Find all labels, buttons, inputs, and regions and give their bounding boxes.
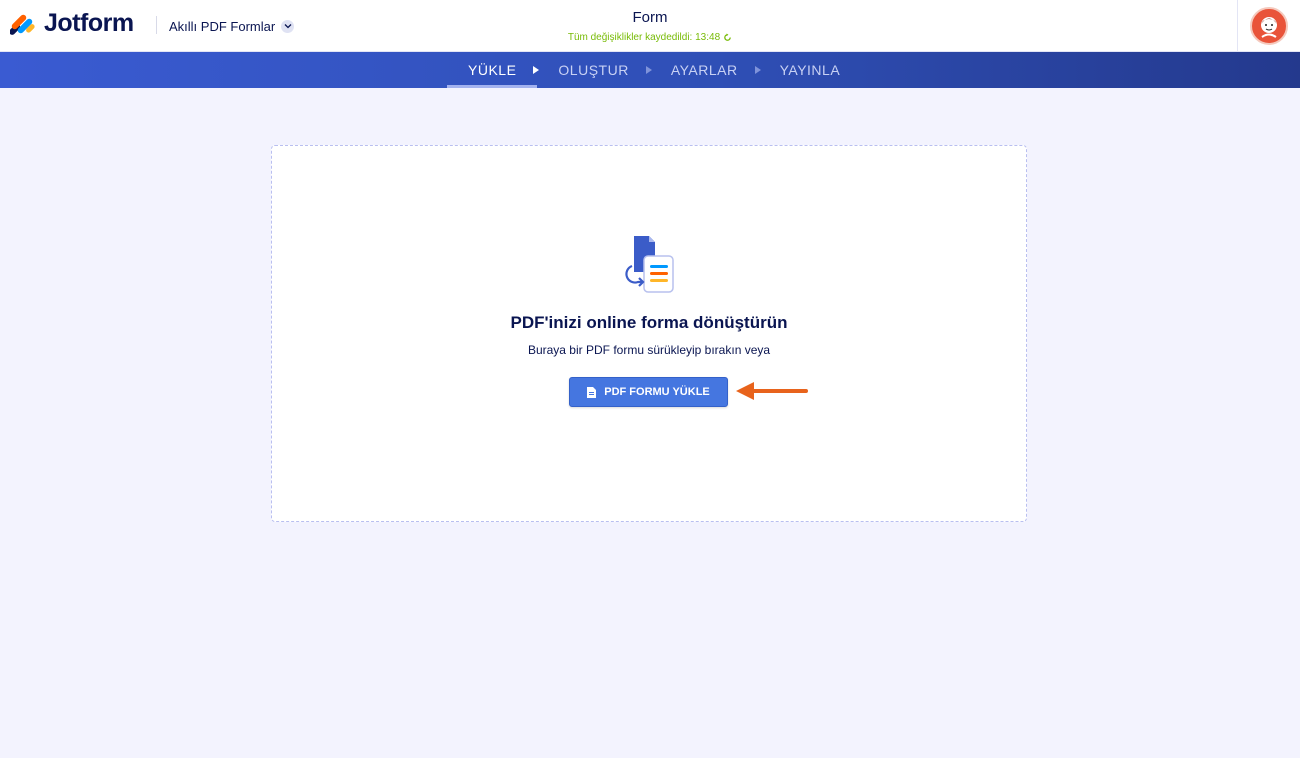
refresh-icon <box>724 33 731 41</box>
file-icon <box>587 386 597 398</box>
pdf-convert-icon <box>622 234 678 301</box>
step-navbar: YÜKLE OLUŞTUR AYARLAR YAYINLA <box>0 52 1300 88</box>
dropzone-subtitle: Buraya bir PDF formu sürükleyip bırakın … <box>527 343 771 357</box>
pdf-dropzone[interactable]: PDF'inizi online forma dönüştürün Buraya… <box>271 145 1027 522</box>
save-status-text: Tüm değişiklikler kaydedildi: 13:48 <box>567 32 721 43</box>
tab-olustur[interactable]: OLUŞTUR <box>537 52 649 88</box>
user-menu[interactable] <box>1237 0 1300 52</box>
dropzone-title: PDF'inizi online forma dönüştürün <box>510 313 788 332</box>
tab-yukle[interactable]: YÜKLE <box>447 52 538 88</box>
save-status: Tüm değişiklikler kaydedildi: 13:48 <box>568 32 732 43</box>
tab-ayarlar[interactable]: AYARLAR <box>650 52 759 88</box>
arrow-left-icon <box>736 382 808 400</box>
step-list: YÜKLE OLUŞTUR AYARLAR YAYINLA <box>447 52 861 88</box>
top-bar: Jotform Akıllı PDF Formlar Form Tüm deği… <box>0 0 1300 52</box>
upload-pdf-button[interactable]: PDF FORMU YÜKLE <box>569 377 728 407</box>
tab-yayinla[interactable]: YAYINLA <box>759 52 862 88</box>
form-title-area: Form Tüm değişiklikler kaydedildi: 13:48 <box>0 9 1300 45</box>
avatar-icon <box>1250 7 1288 45</box>
upload-button-label: PDF FORMU YÜKLE <box>604 386 710 398</box>
form-title[interactable]: Form <box>0 9 1300 27</box>
